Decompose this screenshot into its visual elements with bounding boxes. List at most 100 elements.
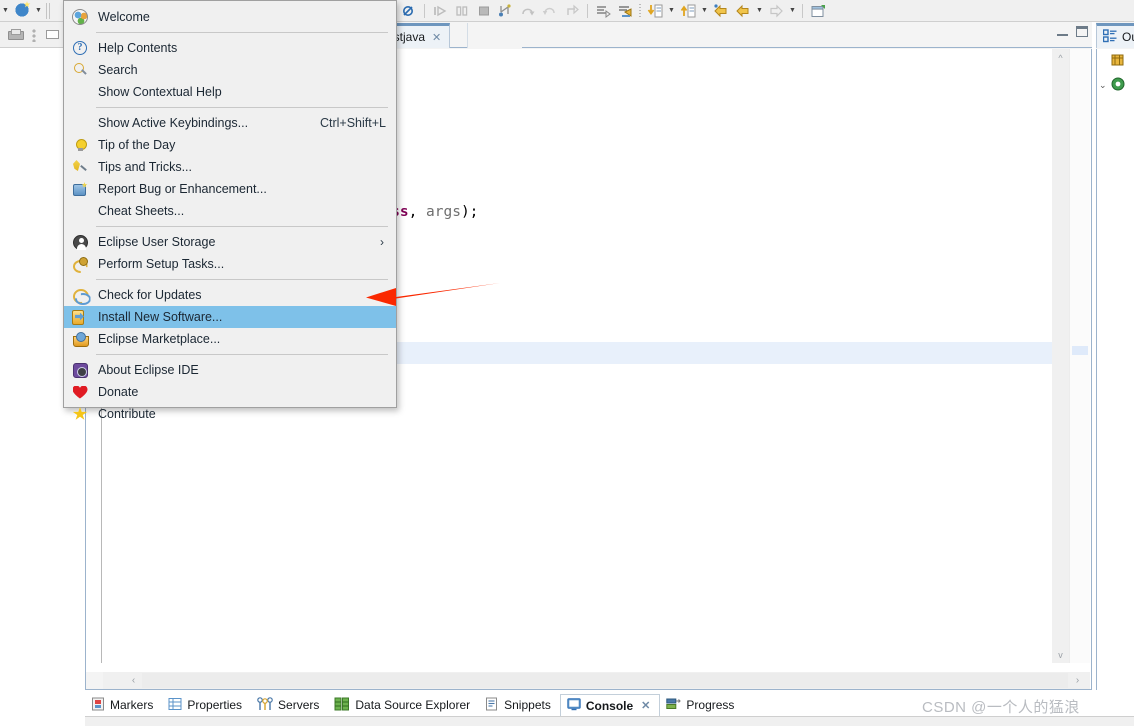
- toolbar-grip[interactable]: [46, 2, 52, 19]
- menu-item-check-for-updates[interactable]: Check for Updates: [64, 284, 396, 306]
- new-java-package-icon[interactable]: [614, 1, 636, 21]
- bottom-tab-markers[interactable]: Markers: [85, 694, 162, 716]
- chevron-down-icon[interactable]: ⌄: [1099, 80, 1107, 91]
- toolbar-dropdown-left-icon[interactable]: [0, 1, 11, 21]
- menu-item-help-contents[interactable]: ? Help Contents: [64, 37, 396, 59]
- maximize-icon[interactable]: [1076, 26, 1088, 37]
- bottom-tab-label: Console: [585, 698, 634, 713]
- outline-tab[interactable]: Ou: [1096, 23, 1134, 48]
- minimize-icon[interactable]: [1057, 28, 1068, 36]
- menu-item-report-bug[interactable]: Report Bug or Enhancement...: [64, 178, 396, 200]
- bottom-tab-console[interactable]: Console ✕: [559, 694, 661, 716]
- bottom-tab-progress[interactable]: Progress: [660, 694, 743, 716]
- menu-item-eclipse-user-storage[interactable]: Eclipse User Storage ›: [64, 231, 396, 253]
- search-dropdown-icon[interactable]: [699, 1, 710, 21]
- close-icon[interactable]: ✕: [432, 31, 441, 44]
- eclipse-dropdown-icon[interactable]: [33, 1, 44, 21]
- vertical-scroll-thumb[interactable]: [1053, 67, 1068, 367]
- resume-icon[interactable]: [429, 1, 451, 21]
- outline-tree[interactable]: ⌄: [1096, 49, 1134, 690]
- back-icon[interactable]: [732, 1, 754, 21]
- menu-item-label: Perform Setup Tasks...: [98, 257, 225, 271]
- overview-ruler[interactable]: [1069, 49, 1090, 663]
- forward-dropdown-icon[interactable]: [787, 1, 798, 21]
- tips-and-tricks-icon: [64, 156, 96, 178]
- toolbar-dot-separator-1: [639, 3, 641, 18]
- open-type-dropdown-icon[interactable]: [666, 1, 677, 21]
- menu-item-tips-and-tricks[interactable]: Tips and Tricks...: [64, 156, 396, 178]
- dots-handle-icon[interactable]: [31, 27, 37, 42]
- step-filters-icon[interactable]: [561, 1, 583, 21]
- menu-item-install-new-software[interactable]: Install New Software...: [64, 306, 396, 328]
- console-output-strip: [85, 716, 1134, 726]
- scroll-right-icon[interactable]: ›: [1069, 672, 1086, 689]
- editor-horizontal-scrollbar[interactable]: ‹ ›: [103, 672, 1090, 689]
- menu-item-label: Eclipse Marketplace...: [98, 332, 221, 346]
- terminate-icon[interactable]: [473, 1, 495, 21]
- scroll-left-icon[interactable]: ‹: [125, 672, 142, 689]
- menu-item-tip-of-the-day[interactable]: Tip of the Day: [64, 134, 396, 156]
- bottom-tab-data-source-explorer[interactable]: Data Source Explorer: [328, 694, 479, 716]
- menu-item-contribute[interactable]: Contribute: [64, 403, 396, 425]
- menu-item-eclipse-marketplace[interactable]: Eclipse Marketplace...: [64, 328, 396, 350]
- scroll-down-icon[interactable]: v: [1052, 646, 1069, 663]
- horizontal-scroll-thumb[interactable]: [142, 673, 1068, 688]
- eclipse-logo-icon[interactable]: [11, 1, 33, 21]
- menu-separator: [96, 226, 388, 227]
- outline-class-row[interactable]: ⌄: [1099, 77, 1125, 94]
- forward-icon[interactable]: [765, 1, 787, 21]
- bottom-tab-label: Snippets: [504, 698, 551, 712]
- suspend-icon[interactable]: [451, 1, 473, 21]
- search-reference-icon[interactable]: [677, 1, 699, 21]
- step-return-icon[interactable]: [539, 1, 561, 21]
- menu-separator: [96, 354, 388, 355]
- chevron-right-icon[interactable]: ›: [380, 235, 384, 249]
- previous-annotation-icon[interactable]: [710, 1, 732, 21]
- menu-item-show-active-keybindings[interactable]: Show Active Keybindings... Ctrl+Shift+L: [64, 112, 396, 134]
- editor-vertical-scrollbar[interactable]: ^ v: [1052, 49, 1069, 663]
- snippets-icon: [485, 697, 499, 714]
- menu-item-about-eclipse-ide[interactable]: About Eclipse IDE: [64, 359, 396, 381]
- eclipse-marketplace-icon: [64, 328, 96, 350]
- contribute-star-icon: [64, 403, 96, 425]
- menu-item-search[interactable]: Search: [64, 59, 396, 81]
- menu-item-cheat-sheets[interactable]: Cheat Sheets...: [64, 200, 396, 222]
- step-into-icon[interactable]: [495, 1, 517, 21]
- menu-item-label: Report Bug or Enhancement...: [98, 182, 267, 196]
- printer-icon[interactable]: [8, 29, 24, 40]
- bottom-tab-servers[interactable]: Servers: [251, 694, 328, 716]
- menu-item-show-contextual-help[interactable]: Show Contextual Help: [64, 81, 396, 103]
- menu-item-donate[interactable]: Donate: [64, 381, 396, 403]
- outline-tab-label: Ou: [1122, 30, 1134, 44]
- help-menu-popup: Welcome ? Help Contents Search Show Cont…: [63, 0, 397, 421]
- code-token: ,: [408, 203, 427, 220]
- new-editor-icon[interactable]: [807, 1, 829, 21]
- new-java-class-icon[interactable]: [592, 1, 614, 21]
- user-storage-icon: [64, 231, 96, 253]
- bottom-tab-snippets[interactable]: Snippets: [479, 694, 560, 716]
- scroll-up-icon[interactable]: ^: [1052, 49, 1069, 66]
- help-contents-icon: ?: [64, 37, 96, 59]
- markers-icon: [91, 697, 105, 714]
- progress-icon: [666, 697, 682, 714]
- bottom-tab-properties[interactable]: Properties: [162, 694, 251, 716]
- debug-disabled-icon[interactable]: [398, 1, 420, 21]
- step-over-icon[interactable]: [517, 1, 539, 21]
- menu-item-label: Show Contextual Help: [98, 85, 222, 99]
- outline-view: Ou ⌄: [1096, 22, 1134, 690]
- open-type-icon[interactable]: [644, 1, 666, 21]
- toolbar-separator-3: [802, 3, 803, 18]
- bottom-tab-label: Properties: [187, 698, 243, 712]
- menu-item-welcome[interactable]: Welcome: [64, 6, 396, 28]
- menu-item-perform-setup-tasks[interactable]: Perform Setup Tasks...: [64, 253, 396, 275]
- install-new-software-icon: [64, 306, 96, 328]
- code-token: args: [426, 203, 461, 220]
- menu-item-label: Tips and Tricks...: [98, 160, 193, 174]
- menu-item-label: Search: [98, 63, 138, 77]
- back-dropdown-icon[interactable]: [754, 1, 765, 21]
- toolbar-group-perspective: [0, 0, 53, 22]
- outline-package-row[interactable]: [1111, 53, 1125, 70]
- annotation-arrow-icon: [366, 283, 500, 306]
- minimize-icon[interactable]: [46, 30, 59, 39]
- close-icon[interactable]: ✕: [641, 699, 650, 712]
